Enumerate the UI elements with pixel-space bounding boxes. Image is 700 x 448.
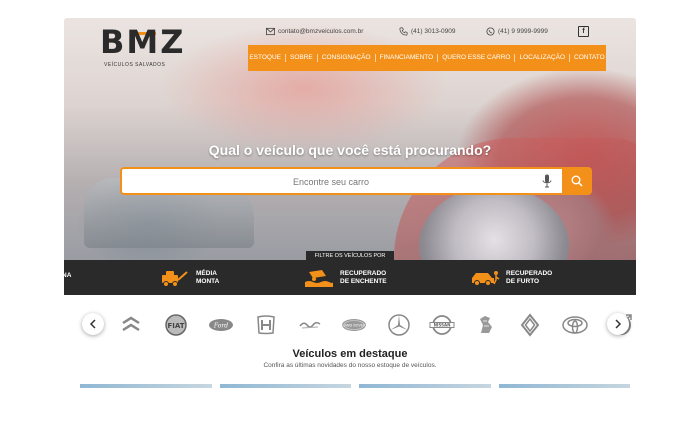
svg-text:Ford: Ford: [213, 323, 228, 330]
logo-text: BMZ: [100, 23, 186, 61]
whatsapp-icon: [486, 27, 495, 36]
filter-media-monta[interactable]: MÉDIA MONTA: [160, 268, 219, 288]
search-button[interactable]: [562, 167, 592, 195]
contact-phone[interactable]: (41) 3013-0909: [399, 27, 455, 36]
nav-item-quero-esse-carro[interactable]: QUERO ESSE CARRO: [438, 54, 516, 62]
vehicle-thumbnail[interactable]: [359, 384, 491, 388]
carousel-prev-button[interactable]: [82, 313, 104, 335]
nav-item-localizacao[interactable]: LOCALIZAÇÃO: [515, 54, 570, 62]
facebook-icon[interactable]: f: [578, 26, 589, 37]
microphone-icon[interactable]: [542, 174, 552, 188]
contact-phone-text: (41) 3013-0909: [411, 28, 456, 35]
hero-title: Qual o veículo que você está procurando?: [208, 142, 492, 158]
filter-item-partial[interactable]: NA: [62, 272, 71, 279]
site-logo[interactable]: BMZ VEÍCULOS SALVADOS: [100, 24, 200, 72]
filter-recuperado-enchente[interactable]: RECUPERADO DE ENCHENTE: [304, 268, 387, 288]
svg-text:LAND ROVER: LAND ROVER: [342, 324, 366, 328]
theft-car-icon: [472, 271, 500, 286]
renault-icon[interactable]: [517, 312, 543, 338]
honda-icon[interactable]: [253, 312, 279, 338]
peugeot-icon[interactable]: [473, 312, 499, 338]
website: BMZ VEÍCULOS SALVADOS contato@bmzveiculo…: [62, 18, 636, 398]
filter-furto-line2: DE FURTO: [506, 278, 540, 285]
mercedes-icon[interactable]: [386, 312, 412, 338]
chevron-right-icon: [615, 319, 622, 329]
featured-title: Veículos em destaque: [292, 348, 408, 360]
svg-text:NISSAN: NISSAN: [434, 323, 451, 328]
toyota-icon[interactable]: [562, 312, 588, 338]
featured-vehicles-row: [80, 384, 630, 388]
featured-subtitle: Confira as últimas novidades do nosso es…: [263, 362, 437, 369]
contact-whatsapp[interactable]: (41) 9 9999-9999: [486, 27, 548, 36]
contact-whatsapp-text: (41) 9 9999-9999: [498, 28, 548, 35]
filter-bar: NA MÉDIA MONTA RECUPERADO DE ENCHENTE RE…: [62, 260, 636, 295]
filter-recuperado-furto[interactable]: RECUPERADO DE FURTO: [470, 268, 552, 288]
filter-enchente-line2: DE ENCHENTE: [340, 278, 387, 285]
filter-media-monta-line1: MÉDIA: [196, 270, 217, 277]
nav-item-estoque[interactable]: ESTOQUE: [245, 54, 286, 62]
vehicle-thumbnail[interactable]: [219, 384, 351, 388]
carousel-next-button[interactable]: [607, 313, 629, 335]
mail-icon: [266, 27, 275, 36]
phone-icon: [399, 27, 408, 36]
logo-tagline: VEÍCULOS SALVADOS: [104, 62, 166, 68]
chevron-left-icon: [89, 319, 96, 329]
contact-email-text: contato@bmzveiculos.com.br: [278, 28, 364, 35]
brand-carousel: FIAT Ford LAND ROVER NISSAN: [64, 310, 636, 340]
nav-item-contato[interactable]: CONTATO: [570, 54, 609, 62]
land-rover-icon[interactable]: LAND ROVER: [341, 312, 367, 338]
filter-media-monta-line2: MONTA: [196, 278, 220, 285]
hero-banner: BMZ VEÍCULOS SALVADOS contato@bmzveiculo…: [64, 18, 636, 260]
lamborghini-icon[interactable]: [297, 312, 323, 338]
search-bar: [120, 167, 592, 195]
nissan-icon[interactable]: NISSAN: [429, 312, 455, 338]
svg-text:FIAT: FIAT: [167, 322, 184, 330]
tow-truck-icon: [162, 271, 188, 287]
search-input[interactable]: [122, 169, 540, 195]
ford-icon[interactable]: Ford: [208, 312, 234, 338]
vehicle-thumbnail[interactable]: [80, 384, 212, 388]
main-nav: ESTOQUE SOBRE CONSIGNAÇÃO FINANCIAMENTO …: [248, 45, 606, 71]
nav-item-sobre[interactable]: SOBRE: [286, 54, 318, 62]
nav-item-financiamento[interactable]: FINANCIAMENTO: [376, 54, 439, 62]
nav-item-consignacao[interactable]: CONSIGNAÇÃO: [318, 54, 376, 62]
filter-furto-line1: RECUPERADO: [506, 270, 553, 277]
flood-car-icon: [305, 270, 333, 287]
filter-enchente-line1: RECUPERADO: [340, 270, 387, 277]
citroen-icon[interactable]: [118, 312, 144, 338]
fiat-icon[interactable]: FIAT: [163, 312, 189, 338]
vehicle-thumbnail[interactable]: [498, 384, 630, 388]
contact-email[interactable]: contato@bmzveiculos.com.br: [266, 27, 363, 36]
search-icon: [571, 175, 583, 187]
